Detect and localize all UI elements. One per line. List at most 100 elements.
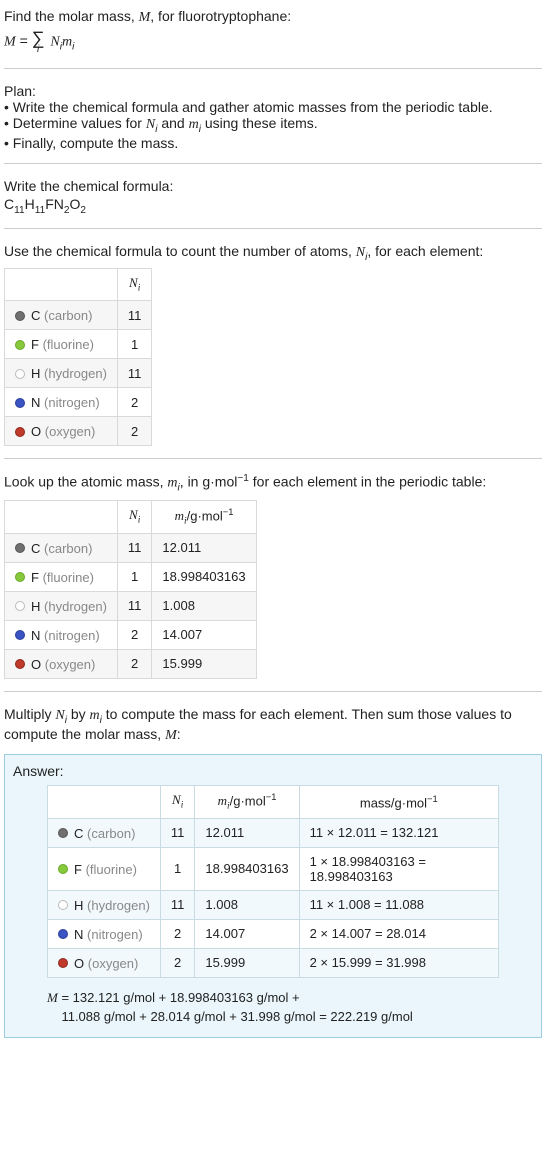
- plan-item: Determine values for Ni and mi using the…: [4, 115, 542, 135]
- color-dot-icon: [58, 864, 68, 874]
- ni-cell: 2: [117, 620, 152, 649]
- mass-block: Look up the atomic mass, mi, in g·mol−1 …: [4, 469, 542, 685]
- mi-cell: 15.999: [152, 649, 256, 678]
- divider: [4, 68, 542, 69]
- eq-N: N: [50, 35, 59, 50]
- ni-cell: 11: [160, 890, 195, 919]
- eq-m-sub: i: [72, 42, 74, 53]
- element-cell: C (carbon): [5, 300, 118, 329]
- table-header-row: Ni mi/g·mol−1: [5, 500, 257, 533]
- count-table: Ni C (carbon) 11 F (fluorine) 1 H (hydro…: [4, 268, 152, 446]
- count-block: Use the chemical formula to count the nu…: [4, 239, 542, 453]
- element-cell: H (hydrogen): [5, 359, 118, 388]
- element-cell: N (nitrogen): [5, 388, 118, 417]
- chemical-formula: C11H11FN2O2: [4, 196, 542, 216]
- mi-cell: 18.998403163: [195, 847, 299, 890]
- table-header-blank: [5, 269, 118, 301]
- table-header-ni: Ni: [117, 500, 152, 533]
- final-sum: M = 132.121 g/mol + 18.998403163 g/mol +…: [47, 988, 499, 1027]
- ni-cell: 2: [160, 948, 195, 977]
- element-cell: O (oxygen): [5, 649, 118, 678]
- mi-cell: 1.008: [152, 591, 256, 620]
- intro-text-pre: Find the molar mass,: [4, 8, 139, 24]
- plan-block: Plan: Write the chemical formula and gat…: [4, 79, 542, 157]
- element-cell: O (oxygen): [48, 948, 161, 977]
- color-dot-icon: [15, 398, 25, 408]
- element-cell: H (hydrogen): [48, 890, 161, 919]
- ni-cell: 2: [117, 388, 152, 417]
- table-row: N (nitrogen) 2 14.007: [5, 620, 257, 649]
- table-row: C (carbon) 11: [5, 300, 152, 329]
- element-cell: N (nitrogen): [5, 620, 118, 649]
- mi-cell: 15.999: [195, 948, 299, 977]
- table-row: C (carbon) 11 12.011: [5, 533, 257, 562]
- ni-cell: 11: [160, 818, 195, 847]
- color-dot-icon: [15, 427, 25, 437]
- intro-block: Find the molar mass, M, for fluorotrypto…: [4, 4, 542, 62]
- mass-heading: Look up the atomic mass, mi, in g·mol−1 …: [4, 473, 542, 493]
- color-dot-icon: [15, 311, 25, 321]
- color-dot-icon: [15, 601, 25, 611]
- mass-cell: 11 × 1.008 = 11.088: [299, 890, 498, 919]
- mi-cell: 12.011: [195, 818, 299, 847]
- table-row: F (fluorine) 1 18.998403163 1 × 18.99840…: [48, 847, 499, 890]
- color-dot-icon: [58, 900, 68, 910]
- mi-cell: 14.007: [152, 620, 256, 649]
- formula-heading: Write the chemical formula:: [4, 178, 542, 194]
- color-dot-icon: [58, 828, 68, 838]
- table-row: O (oxygen) 2: [5, 417, 152, 446]
- table-header-ni: Ni: [160, 785, 195, 818]
- answer-label: Answer:: [13, 763, 533, 779]
- ni-cell: 11: [117, 591, 152, 620]
- color-dot-icon: [15, 572, 25, 582]
- color-dot-icon: [15, 543, 25, 553]
- molar-mass-equation: M = ∑ i Nimi: [4, 28, 542, 56]
- plan-heading: Plan:: [4, 83, 542, 99]
- mass-cell: 2 × 15.999 = 31.998: [299, 948, 498, 977]
- mass-cell: 1 × 18.998403163 = 18.998403163: [299, 847, 498, 890]
- table-row: N (nitrogen) 2: [5, 388, 152, 417]
- plan-list: Write the chemical formula and gather at…: [4, 99, 542, 151]
- multiply-block: Multiply Ni by mi to compute the mass fo…: [4, 702, 542, 750]
- ni-cell: 2: [160, 919, 195, 948]
- element-cell: F (fluorine): [5, 562, 118, 591]
- mi-cell: 18.998403163: [152, 562, 256, 591]
- plan-item: Finally, compute the mass.: [4, 135, 542, 151]
- eq-equals: =: [20, 33, 32, 49]
- table-row: H (hydrogen) 11: [5, 359, 152, 388]
- color-dot-icon: [58, 929, 68, 939]
- element-cell: N (nitrogen): [48, 919, 161, 948]
- element-cell: C (carbon): [5, 533, 118, 562]
- mass-cell: 11 × 12.011 = 132.121: [299, 818, 498, 847]
- table-header-mi: mi/g·mol−1: [195, 785, 299, 818]
- divider: [4, 163, 542, 164]
- table-row: O (oxygen) 2 15.999: [5, 649, 257, 678]
- mi-cell: 12.011: [152, 533, 256, 562]
- intro-text-mid: , for fluorotryptophane:: [150, 8, 291, 24]
- count-heading: Use the chemical formula to count the nu…: [4, 243, 542, 263]
- table-row: O (oxygen) 2 15.999 2 × 15.999 = 31.998: [48, 948, 499, 977]
- sum-icon: ∑ i: [32, 28, 45, 56]
- answer-box: Answer: Ni mi/g·mol−1 mass/g·mol−1 C (ca…: [4, 754, 542, 1038]
- element-cell: F (fluorine): [5, 330, 118, 359]
- intro-M: M: [139, 10, 151, 25]
- table-row: C (carbon) 11 12.011 11 × 12.011 = 132.1…: [48, 818, 499, 847]
- ni-cell: 2: [117, 649, 152, 678]
- color-dot-icon: [15, 340, 25, 350]
- divider: [4, 691, 542, 692]
- eq-M: M: [4, 35, 16, 50]
- table-header-mi: mi/g·mol−1: [152, 500, 256, 533]
- ni-cell: 11: [117, 300, 152, 329]
- mass-cell: 2 × 14.007 = 28.014: [299, 919, 498, 948]
- element-cell: F (fluorine): [48, 847, 161, 890]
- color-dot-icon: [15, 630, 25, 640]
- ni-cell: 1: [160, 847, 195, 890]
- element-cell: H (hydrogen): [5, 591, 118, 620]
- element-cell: C (carbon): [48, 818, 161, 847]
- table-row: F (fluorine) 1 18.998403163: [5, 562, 257, 591]
- ni-cell: 1: [117, 330, 152, 359]
- divider: [4, 458, 542, 459]
- mi-cell: 14.007: [195, 919, 299, 948]
- table-header-ni: Ni: [117, 269, 152, 301]
- ni-cell: 1: [117, 562, 152, 591]
